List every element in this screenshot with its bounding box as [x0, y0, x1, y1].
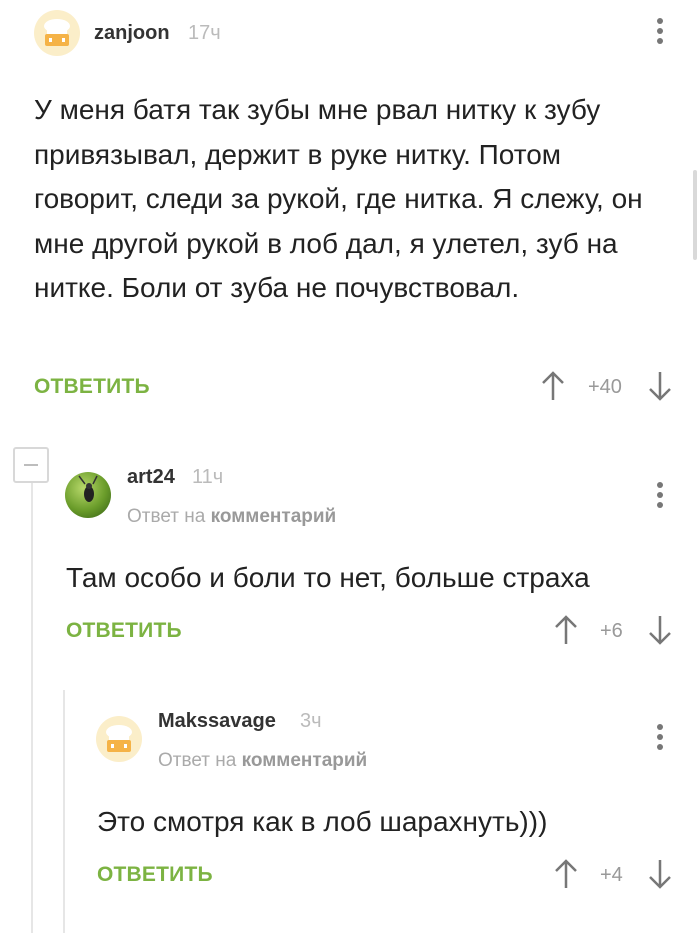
comment-time: 17ч — [188, 22, 221, 44]
comment-author[interactable]: art24 — [127, 466, 175, 489]
reply-target-link[interactable]: комментарий — [211, 506, 337, 527]
reply-to-note[interactable]: Ответ на комментарий — [158, 750, 367, 772]
reply-prefix: Ответ на — [158, 750, 237, 771]
thread-line — [63, 690, 65, 933]
user-avatar[interactable] — [65, 472, 111, 518]
downvote-arrow-icon[interactable] — [645, 614, 675, 646]
reply-prefix: Ответ на — [127, 506, 206, 527]
comment-author[interactable]: zanjoon — [94, 22, 170, 45]
scrollbar[interactable] — [693, 170, 697, 260]
user-avatar[interactable] — [34, 10, 80, 56]
reply-button[interactable]: ОТВЕТИТЬ — [66, 619, 182, 643]
comment-body: Это смотря как в лоб шарахнуть))) — [97, 806, 548, 837]
chef-hat-icon — [106, 725, 132, 752]
reply-target-link[interactable]: комментарий — [242, 750, 368, 771]
more-options-icon[interactable] — [650, 16, 670, 46]
upvote-arrow-icon[interactable] — [538, 370, 568, 402]
upvote-arrow-icon[interactable] — [551, 858, 581, 890]
collapse-thread-button[interactable] — [13, 447, 49, 483]
upvote-arrow-icon[interactable] — [551, 614, 581, 646]
comment-body: Там особо и боли то нет, больше страха — [66, 562, 590, 593]
comment-body: У меня батя так зубы мне рвал нитку к зу… — [34, 94, 643, 303]
comment-rating: +6 — [600, 620, 623, 642]
comment-time: 11ч — [192, 466, 224, 488]
comment-author[interactable]: Makssavage — [158, 710, 276, 733]
comment-time: 3ч — [300, 710, 322, 732]
more-options-icon[interactable] — [650, 722, 670, 752]
comment-rating: +40 — [588, 376, 622, 398]
reply-to-note[interactable]: Ответ на комментарий — [127, 506, 336, 528]
user-avatar[interactable] — [96, 716, 142, 762]
downvote-arrow-icon[interactable] — [645, 858, 675, 890]
more-options-icon[interactable] — [650, 480, 670, 510]
reply-button[interactable]: ОТВЕТИТЬ — [97, 863, 213, 887]
grasshopper-icon — [78, 475, 98, 502]
chef-hat-icon — [44, 19, 70, 46]
downvote-arrow-icon[interactable] — [645, 370, 675, 402]
comment-rating: +4 — [600, 864, 623, 886]
thread-line — [31, 482, 33, 933]
reply-button[interactable]: ОТВЕТИТЬ — [34, 375, 150, 399]
